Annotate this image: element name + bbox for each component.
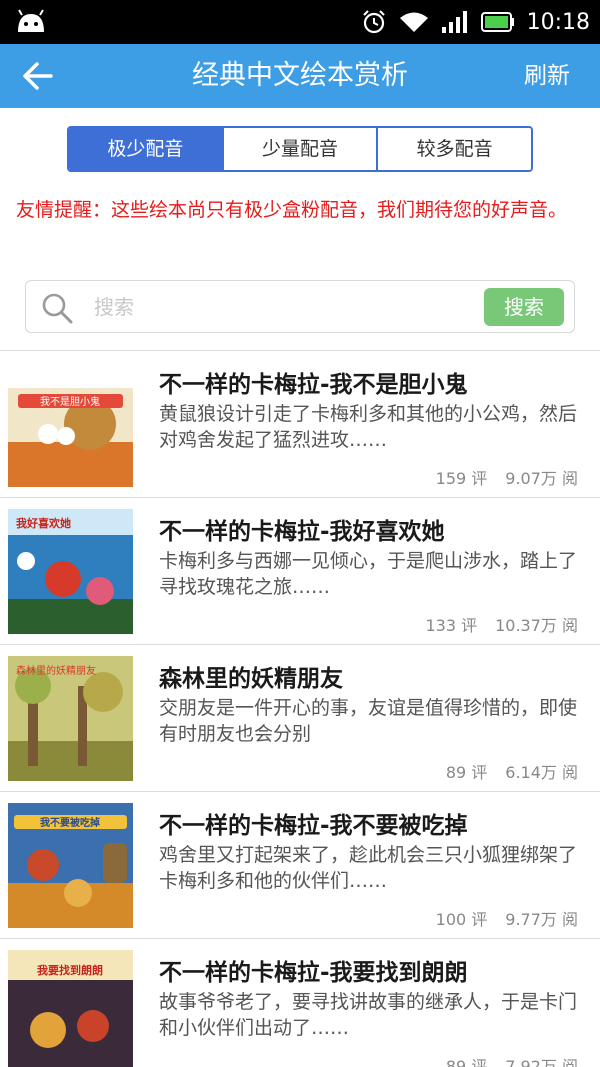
book-description: 卡梅利多与西娜一见倾心，于是爬山涉水，踏上了寻找玫瑰花之旅…… [159, 550, 578, 598]
book-cover-image: 我要找到朗朗 [8, 950, 133, 1067]
battery-icon [480, 12, 514, 32]
book-cover-image: 我好喜欢她 [8, 509, 133, 634]
book-title: 森林里的妖精朋友 [159, 666, 343, 692]
search-icon [42, 293, 73, 324]
android-icon [18, 9, 44, 32]
search-button[interactable]: 搜索 [484, 288, 564, 326]
book-description: 故事爷爷老了，要寻找讲故事的继承人，于是卡门和小伙伴们出动了…… [159, 991, 578, 1039]
book-cover-image: 我不要被吃掉 [8, 803, 133, 928]
book-stats: 89 评 7.92万 阅 [444, 1053, 578, 1067]
book-description: 交朋友是一件开心的事，友谊是值得珍惜的，即使有时朋友也会分别 [159, 697, 578, 745]
book-list: 我不是胆小鬼 不一样的卡梅拉-我不是胆小鬼 黄鼠狼设计引走了卡梅利多和其他的小公… [0, 350, 600, 1067]
book-list-item[interactable]: 我好喜欢她 不一样的卡梅拉-我好喜欢她 卡梅利多与西娜一见倾心，于是爬山涉水，踏… [0, 497, 600, 644]
book-description: 鸡舍里又打起架来了，趁此机会三只小狐狸绑架了卡梅利多和他的伙伴们…… [159, 844, 578, 892]
clock-time: 10:18 [526, 9, 590, 35]
tab-some-dubbing[interactable]: 少量配音 [223, 128, 379, 170]
book-list-item[interactable]: 森林里的妖精朋友 森林里的妖精朋友 交朋友是一件开心的事，友谊是值得珍惜的，即使… [0, 644, 600, 791]
book-cover-title: 我不要被吃掉 [40, 816, 100, 829]
book-cover-image: 森林里的妖精朋友 [8, 656, 133, 781]
search-input[interactable] [94, 289, 474, 325]
comment-count: 159 评 [435, 469, 488, 488]
book-stats: 159 评 9.07万 阅 [434, 465, 578, 489]
comment-count: 89 评 [445, 1057, 488, 1067]
book-stats: 89 评 6.14万 阅 [444, 759, 578, 783]
search-bar: 搜索 [25, 280, 575, 333]
read-count: 6.14万 阅 [505, 763, 578, 782]
book-list-item[interactable]: 我不要被吃掉 不一样的卡梅拉-我不要被吃掉 鸡舍里又打起架来了，趁此机会三只小狐… [0, 791, 600, 938]
app-bar: 经典中文绘本赏析 刷新 [0, 44, 600, 108]
book-cover-title: 森林里的妖精朋友 [16, 664, 96, 677]
read-count: 9.07万 阅 [505, 469, 578, 488]
book-title: 不一样的卡梅拉-我不是胆小鬼 [159, 372, 468, 398]
alarm-icon [362, 10, 385, 34]
book-description: 黄鼠狼设计引走了卡梅利多和其他的小公鸡，然后对鸡舍发起了猛烈进攻…… [159, 403, 578, 451]
book-cover-title: 我好喜欢她 [16, 516, 71, 530]
book-stats: 100 评 9.77万 阅 [434, 906, 578, 930]
comment-count: 133 评 [425, 616, 478, 635]
signal-icon [441, 11, 467, 33]
tab-more-dubbing[interactable]: 较多配音 [378, 128, 531, 170]
refresh-button[interactable]: 刷新 [524, 44, 570, 108]
dubbing-filter-tabs: 极少配音 少量配音 较多配音 [67, 126, 533, 172]
book-cover-title: 我不是胆小鬼 [40, 395, 100, 408]
tab-few-dubbing[interactable]: 极少配音 [69, 128, 224, 170]
read-count: 7.92万 阅 [505, 1057, 578, 1067]
book-title: 不一样的卡梅拉-我好喜欢她 [159, 519, 445, 545]
read-count: 9.77万 阅 [505, 910, 578, 929]
book-cover-image: 我不是胆小鬼 [8, 362, 133, 487]
book-title: 不一样的卡梅拉-我要找到朗朗 [159, 960, 468, 986]
book-title: 不一样的卡梅拉-我不要被吃掉 [159, 813, 468, 839]
wifi-icon [399, 12, 428, 32]
status-bar: 10:18 [0, 0, 600, 44]
read-count: 10.37万 阅 [495, 616, 578, 635]
main-content: 极少配音 少量配音 较多配音 友情提醒：这些绘本尚只有极少盒粉配音，我们期待您的… [0, 108, 600, 1067]
notice-text: 友情提醒：这些绘本尚只有极少盒粉配音，我们期待您的好声音。 [16, 199, 568, 221]
page-title: 经典中文绘本赏析 [192, 60, 408, 91]
book-stats: 133 评 10.37万 阅 [423, 612, 578, 636]
book-cover-title: 我要找到朗朗 [37, 963, 103, 977]
book-list-item[interactable]: 我不是胆小鬼 不一样的卡梅拉-我不是胆小鬼 黄鼠狼设计引走了卡梅利多和其他的小公… [0, 350, 600, 497]
comment-count: 89 评 [445, 763, 488, 782]
comment-count: 100 评 [435, 910, 488, 929]
book-list-item[interactable]: 我要找到朗朗 不一样的卡梅拉-我要找到朗朗 故事爷爷老了，要寻找讲故事的继承人，… [0, 938, 600, 1067]
